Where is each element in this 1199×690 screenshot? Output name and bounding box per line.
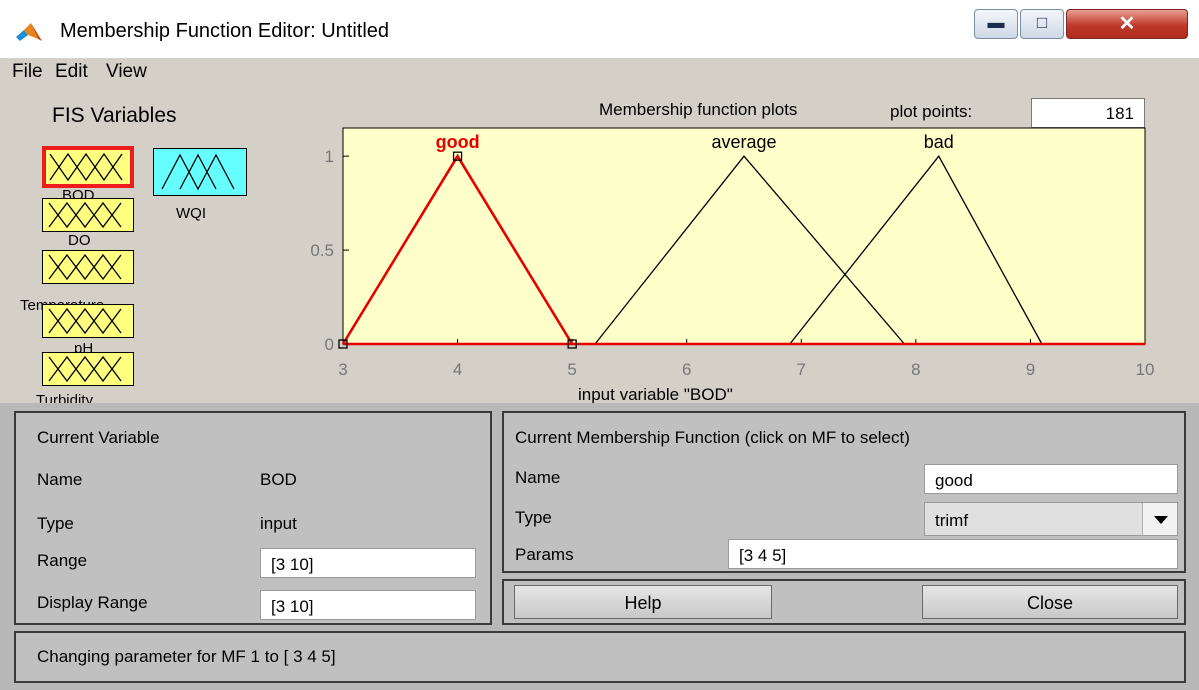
bottom-area: Current Variable Name BOD Type input Ran…	[0, 403, 1199, 690]
membership-function-editor-window: Membership Function Editor: Untitled ▬ □…	[0, 0, 1199, 690]
status-text: Changing parameter for MF 1 to [ 3 4 5]	[37, 647, 336, 666]
variable-name-value: BOD	[260, 470, 297, 489]
range-label: Range	[37, 551, 88, 570]
mf-type-value: trimf	[935, 511, 969, 530]
display-range-input[interactable]: [3 10]	[260, 590, 476, 620]
current-variable-title: Current Variable	[37, 428, 160, 447]
mf-label-average: average	[711, 132, 776, 152]
current-variable-panel: Current Variable Name BOD Type input Ran…	[14, 411, 492, 625]
x-tick-label: 6	[682, 360, 691, 379]
variable-type-value: input	[260, 514, 297, 533]
current-mf-title: Current Membership Function (click on MF…	[515, 428, 910, 447]
mf-params-input[interactable]: [3 4 5]	[728, 539, 1178, 569]
y-tick-label: 0.5	[310, 241, 334, 260]
current-mf-panel: Current Membership Function (click on MF…	[502, 411, 1186, 573]
mf-params-label: Params	[515, 545, 574, 564]
mf-label-bad: bad	[924, 132, 954, 152]
x-tick-label: 3	[338, 360, 347, 379]
x-tick-label: 4	[453, 360, 462, 379]
help-button[interactable]: Help	[514, 585, 772, 619]
x-tick-label: 10	[1136, 360, 1155, 379]
mf-type-select[interactable]: trimf	[924, 502, 1178, 536]
variable-name-label: Name	[37, 470, 83, 489]
button-panel: Help Close	[502, 579, 1186, 625]
mf-name-input[interactable]: good	[924, 464, 1178, 494]
x-tick-label: 8	[911, 360, 920, 379]
x-tick-label: 5	[567, 360, 576, 379]
close-button[interactable]: Close	[922, 585, 1178, 619]
mf-type-label: Type	[515, 508, 552, 527]
y-tick-label: 0	[325, 335, 334, 354]
mf-name-label: Name	[515, 468, 561, 487]
display-range-label: Display Range	[37, 593, 148, 612]
y-tick-label: 1	[325, 147, 334, 166]
x-tick-label: 7	[797, 360, 806, 379]
range-input[interactable]: [3 10]	[260, 548, 476, 578]
status-panel: Changing parameter for MF 1 to [ 3 4 5]	[14, 631, 1186, 683]
chevron-down-icon[interactable]	[1142, 503, 1177, 535]
membership-function-plot[interactable]: 3 4 5 6 7 8 9 10 0 0.5 1 average bad good	[0, 0, 1199, 403]
x-tick-label: 9	[1026, 360, 1035, 379]
variable-type-label: Type	[37, 514, 74, 533]
mf-label-good: good	[436, 132, 480, 152]
x-axis-label: input variable "BOD"	[578, 385, 733, 404]
